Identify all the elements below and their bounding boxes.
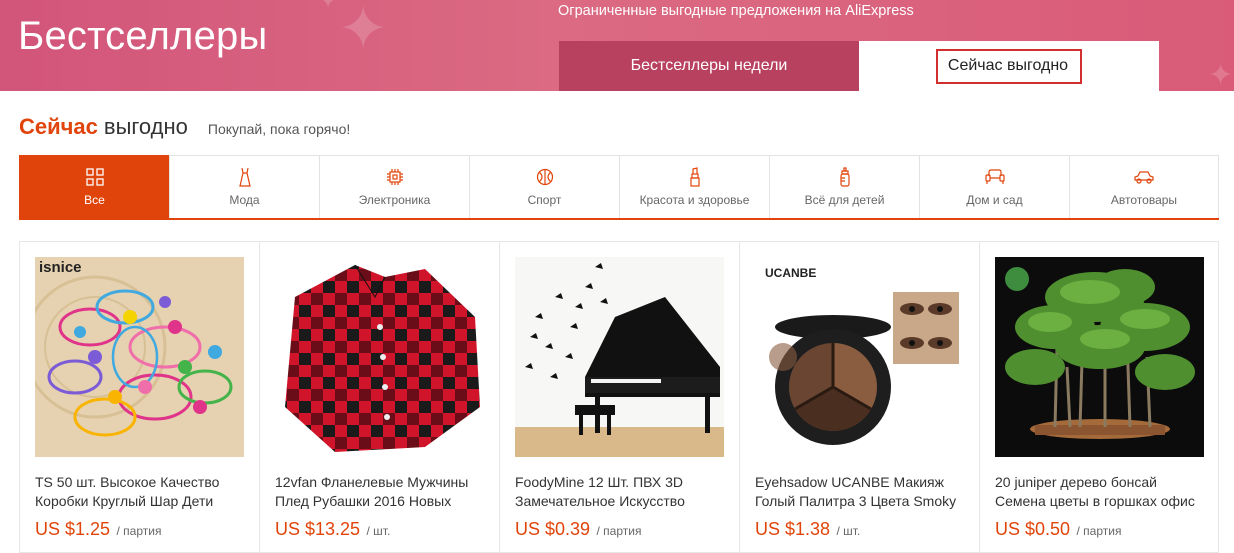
section-subtitle: Покупай, пока горячо! (207, 121, 351, 137)
category-fashion[interactable]: Мода (169, 155, 319, 218)
price-amount: US $0.39 (515, 519, 591, 539)
sparkle-icon: ✦ (318, 0, 339, 14)
ball-icon (536, 167, 554, 187)
category-label: Все (84, 193, 105, 207)
bottle-icon (839, 167, 851, 187)
product-image[interactable]: isnice (35, 257, 244, 457)
tab-bestsellers-week[interactable]: Бестселлеры недели (559, 41, 859, 91)
sparkle-icon: ✦ (1208, 58, 1234, 91)
product-title[interactable]: 12vfan Фланелевые Мужчины Плед Рубашки 2… (275, 473, 490, 511)
product-image[interactable] (515, 257, 724, 457)
price-unit: / партия (1076, 524, 1122, 538)
product-title[interactable]: Eyehsadow UCANBE Макияж Голый Палитра 3 … (755, 473, 970, 511)
category-kids[interactable]: Всё для детей (769, 155, 919, 218)
category-home[interactable]: Дом и сад (919, 155, 1069, 218)
category-bar: Все Мода Электроника Спорт Красота и здо… (19, 155, 1219, 220)
price-unit: / партия (596, 524, 642, 538)
product-title[interactable]: TS 50 шт. Высокое Качество Коробки Кругл… (35, 473, 250, 511)
tab-hot-deals-label: Сейчас выгодно (935, 48, 1083, 84)
category-electronics[interactable]: Электроника (319, 155, 469, 218)
product-card[interactable]: UCANBE Eyehsadow UCANBE Макияж Голый Пал… (739, 241, 979, 553)
category-label: Спорт (527, 193, 562, 207)
price-amount: US $13.25 (275, 519, 361, 539)
price-amount: US $1.25 (35, 519, 111, 539)
product-price: US $0.39 / партия (515, 519, 641, 540)
product-card[interactable]: FoodyMine 12 Шт. ПВХ 3D Замечательное Ис… (499, 241, 739, 553)
product-grid: isnice TS 50 шт. Высокое Качество Коробк… (19, 241, 1219, 553)
section-heading: Сейчас выгодно Покупай, пока горячо! (19, 114, 350, 140)
product-price: US $13.25 / шт. (275, 519, 390, 540)
dress-icon (238, 167, 252, 187)
price-unit: / шт. (366, 524, 391, 538)
section-title-accent: Сейчас (19, 114, 98, 139)
product-card[interactable]: 12vfan Фланелевые Мужчины Плед Рубашки 2… (259, 241, 499, 553)
product-image[interactable] (995, 257, 1204, 457)
category-label: Автотовары (1110, 193, 1178, 207)
price-unit: / партия (116, 524, 162, 538)
price-amount: US $0.50 (995, 519, 1071, 539)
category-label: Мода (229, 193, 260, 207)
product-card[interactable]: 20 juniper дерево бонсай Семена цветы в … (979, 241, 1219, 553)
chip-icon (386, 167, 404, 187)
product-title[interactable]: FoodyMine 12 Шт. ПВХ 3D Замечательное Ис… (515, 473, 730, 511)
category-sport[interactable]: Спорт (469, 155, 619, 218)
product-card[interactable]: isnice TS 50 шт. Высокое Качество Коробк… (19, 241, 259, 553)
tab-hot-deals[interactable]: Сейчас выгодно (859, 41, 1159, 91)
product-brand-logo: isnice (39, 259, 82, 276)
product-brand-logo: UCANBE (765, 266, 816, 280)
product-image[interactable] (275, 257, 484, 457)
category-auto[interactable]: Автотовары (1069, 155, 1219, 218)
product-price: US $1.25 / партия (35, 519, 161, 540)
product-image[interactable]: UCANBE (755, 257, 964, 457)
price-amount: US $1.38 (755, 519, 831, 539)
category-label: Электроника (358, 193, 431, 207)
section-title-rest: выгодно (103, 114, 188, 139)
banner: ✦ ✦ ✦ Бестселлеры Ограниченные выгодные … (0, 0, 1234, 91)
product-title[interactable]: 20 juniper дерево бонсай Семена цветы в … (995, 473, 1210, 511)
category-label: Дом и сад (966, 193, 1023, 207)
category-beauty[interactable]: Красота и здоровье (619, 155, 769, 218)
category-label: Всё для детей (804, 193, 885, 207)
product-price: US $0.50 / партия (995, 519, 1121, 540)
category-all[interactable]: Все (19, 155, 169, 218)
car-icon (1133, 167, 1155, 187)
sofa-icon (984, 167, 1005, 187)
product-price: US $1.38 / шт. (755, 519, 860, 540)
banner-subtitle: Ограниченные выгодные предложения на Ali… (558, 3, 914, 19)
lipstick-icon (689, 167, 700, 187)
category-label: Красота и здоровье (639, 193, 750, 207)
page-title: Бестселлеры (18, 14, 268, 58)
grid-icon (85, 167, 104, 187)
sparkle-icon: ✦ (338, 0, 389, 64)
price-unit: / шт. (836, 524, 861, 538)
